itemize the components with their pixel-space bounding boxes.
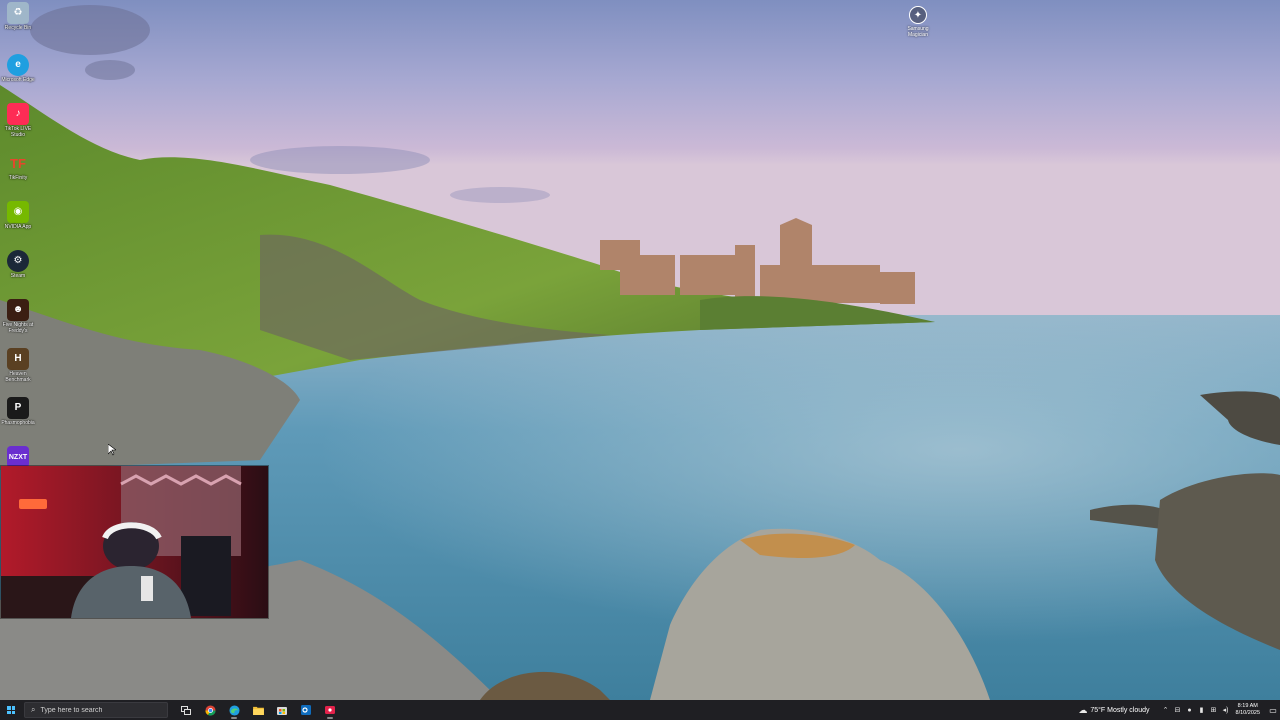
taskbar-clock[interactable]: 8:19 AM 8/10/2025 <box>1236 703 1260 717</box>
running-indicator <box>231 717 237 719</box>
tiktok-icon: ♪ <box>7 103 29 125</box>
fnaf-icon: ☻ <box>7 299 29 321</box>
task-view-icon <box>181 705 191 715</box>
desktop-icon-label: TikTok LIVE Studio <box>4 126 32 138</box>
desktop-icon-nvidia-app[interactable]: ◉ NVIDIA App <box>0 201 36 230</box>
taskbar-streaming-app[interactable] <box>318 700 342 720</box>
start-button[interactable] <box>0 700 22 720</box>
windows-logo-icon <box>7 706 15 714</box>
taskbar-microsoft-store[interactable] <box>270 700 294 720</box>
taskbar-chrome[interactable] <box>198 700 222 720</box>
desktop-icon-tikfinity[interactable]: TF TikFinity <box>0 152 36 182</box>
search-input[interactable] <box>40 706 151 714</box>
chevron-up-icon[interactable]: ⌃ <box>1160 706 1172 714</box>
volume-icon[interactable]: ◂) <box>1220 706 1232 714</box>
desktop-icon-fnaf[interactable]: ☻ Five Nights at Freddy's <box>0 299 36 334</box>
steam-icon: ⚙ <box>7 250 29 272</box>
clock-date: 8/10/2025 <box>1235 710 1260 716</box>
taskbar-file-explorer[interactable] <box>246 700 270 720</box>
desktop-icon-label: TikFinity <box>8 175 28 181</box>
desktop-icon-label: Heaven Benchmark <box>5 371 31 383</box>
notifications-icon[interactable]: ▭ <box>1266 706 1280 715</box>
folder-icon <box>252 706 264 715</box>
weather-widget[interactable]: ☁ 75°F Mostly cloudy <box>1078 705 1149 716</box>
chrome-icon <box>204 704 216 716</box>
desktop-icon-label: Microsoft Edge <box>1 77 35 83</box>
nvidia-icon: ◉ <box>7 201 29 223</box>
store-icon <box>277 707 287 715</box>
desktop-icon-phasmophobia[interactable]: P Phasmophobia <box>0 397 36 426</box>
system-tray: ☁ 75°F Mostly cloudy ⌃ ⊟ ● ▮ ⊞ ◂) 8:19 A… <box>1078 700 1280 720</box>
clock-time: 8:19 AM <box>1237 703 1258 709</box>
tikfinity-icon: TF <box>10 155 26 171</box>
phasmophobia-icon: P <box>7 397 29 419</box>
edge-icon <box>228 704 240 716</box>
desktop-icon-edge[interactable]: e Microsoft Edge <box>0 54 36 83</box>
desktop-icon-tiktok-live-studio[interactable]: ♪ TikTok LIVE Studio <box>0 103 36 138</box>
desktop-icon-label: Phasmophobia <box>1 420 35 426</box>
outlook-icon <box>301 705 311 715</box>
edge-icon: e <box>7 54 29 76</box>
desktop-icon-recycle-bin[interactable]: ♻ Recycle Bin <box>0 2 36 31</box>
taskbar-outlook[interactable] <box>294 700 318 720</box>
desktop-icon-samsung-magician[interactable]: ✦ Samsung Magician <box>898 6 938 38</box>
heaven-icon: H <box>7 348 29 370</box>
samsung-magician-icon: ✦ <box>909 6 927 24</box>
search-icon: ⌕ <box>31 705 36 714</box>
desktop-icon-label: Steam <box>10 273 26 279</box>
desktop-icon-steam[interactable]: ⚙ Steam <box>0 250 36 279</box>
taskbar: ⌕ ☁ 75°F Mostly cloudy <box>0 700 1280 720</box>
taskbar-search-box[interactable]: ⌕ <box>24 702 168 718</box>
running-indicator <box>327 717 333 719</box>
webcam-overlay <box>0 465 269 619</box>
mouse-cursor-icon <box>108 444 116 456</box>
desktop-icon-heaven-benchmark[interactable]: H Heaven Benchmark <box>0 348 36 383</box>
weather-text: 75°F Mostly cloudy <box>1090 706 1150 714</box>
webcam-feed-image <box>1 466 268 618</box>
network-icon[interactable]: ⊞ <box>1208 706 1220 714</box>
desktop-icon-label: Samsung Magician <box>907 26 929 38</box>
cloud-icon: ☁ <box>1078 704 1088 715</box>
taskbar-edge[interactable] <box>222 700 246 720</box>
taskbar-pinned-apps <box>174 700 342 720</box>
desktop-icon-label: Five Nights at Freddy's <box>2 322 34 334</box>
recycle-bin-icon: ♻ <box>7 2 29 24</box>
desktop-icon-label: Recycle Bin <box>4 25 32 31</box>
desktop-icon-label: NVIDIA App <box>4 224 32 230</box>
taskbar-task-view[interactable] <box>174 700 198 720</box>
usb-device-icon[interactable]: ⊟ <box>1172 706 1184 714</box>
microphone-icon[interactable]: ● <box>1184 707 1196 714</box>
battery-icon[interactable]: ▮ <box>1196 706 1208 714</box>
record-icon <box>325 706 335 714</box>
